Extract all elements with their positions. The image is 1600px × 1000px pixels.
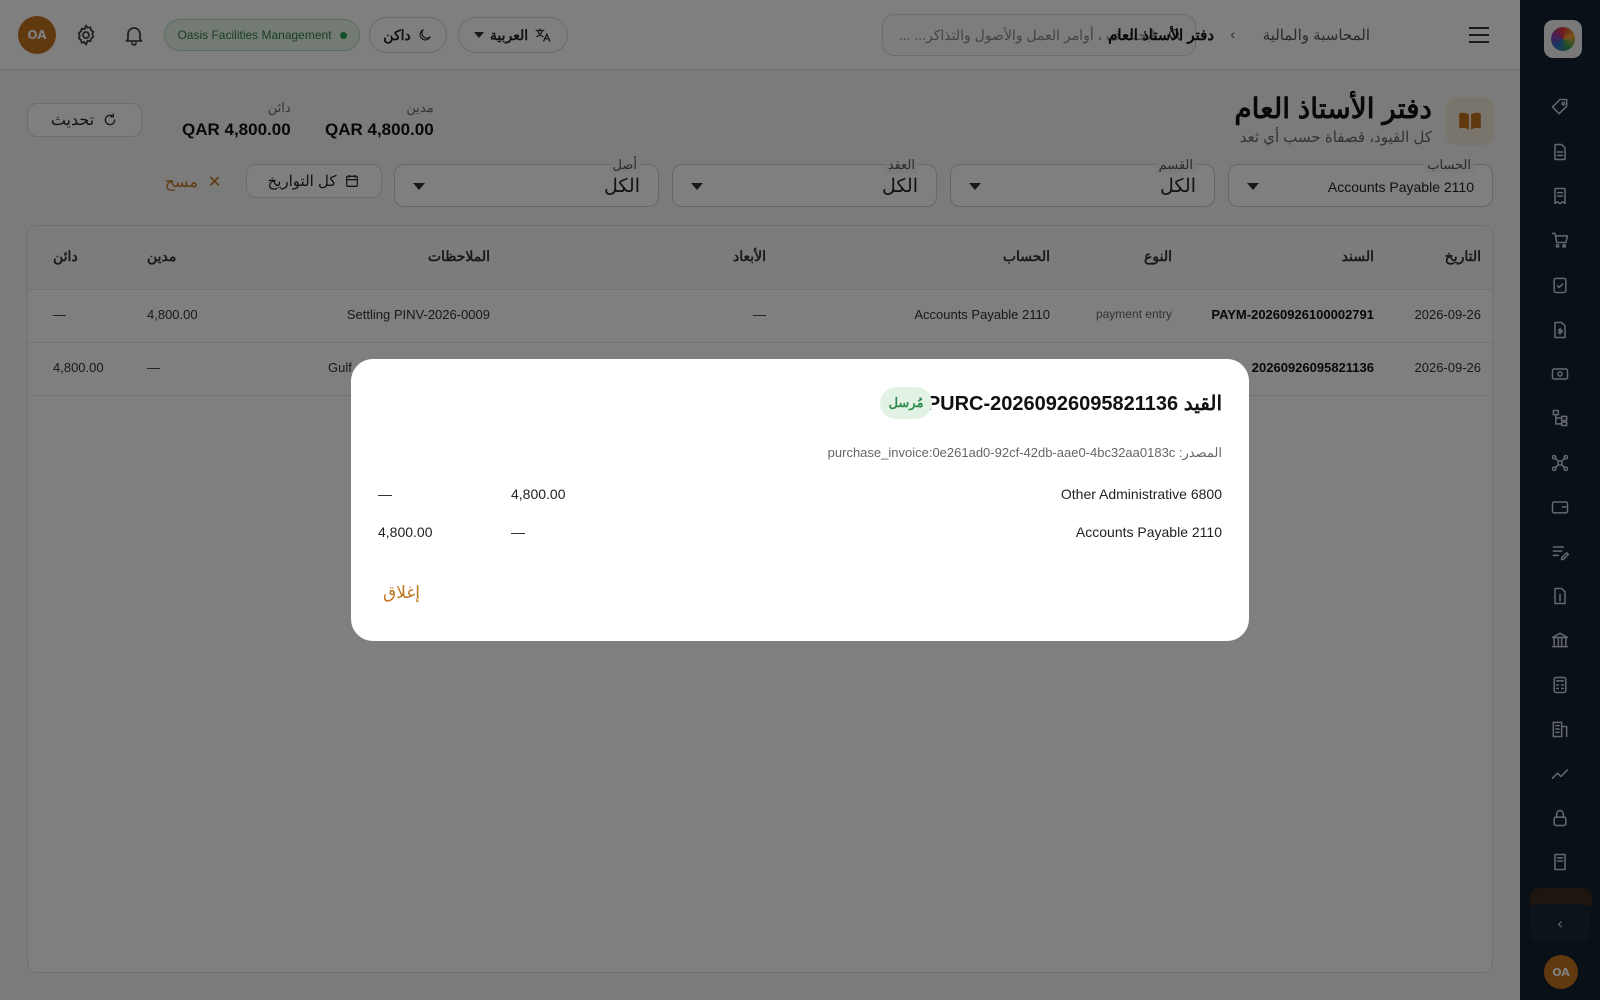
- status-badge: مُرسل: [880, 387, 932, 419]
- entry-line: 6800 Other Administrative 4,800.00 —: [351, 481, 1249, 511]
- entry-line-account: 2110 Accounts Payable: [1075, 524, 1222, 540]
- entry-line: 2110 Accounts Payable — 4,800.00: [351, 519, 1249, 549]
- dialog-title: القيد PURC-20260926095821136: [926, 393, 1222, 415]
- entry-line-debit: —: [511, 524, 525, 540]
- entry-line-debit: 4,800.00: [511, 486, 566, 502]
- dialog-source: المصدر: purchase_invoice:0e261ad0-92cf-4…: [827, 445, 1222, 460]
- entry-line-credit: —: [378, 486, 392, 502]
- entry-line-credit: 4,800.00: [378, 524, 433, 540]
- journal-entry-dialog: القيد PURC-20260926095821136 مُرسل المصد…: [351, 359, 1249, 641]
- close-dialog-button[interactable]: إغلاق: [383, 583, 420, 603]
- entry-line-account: 6800 Other Administrative: [1060, 486, 1222, 502]
